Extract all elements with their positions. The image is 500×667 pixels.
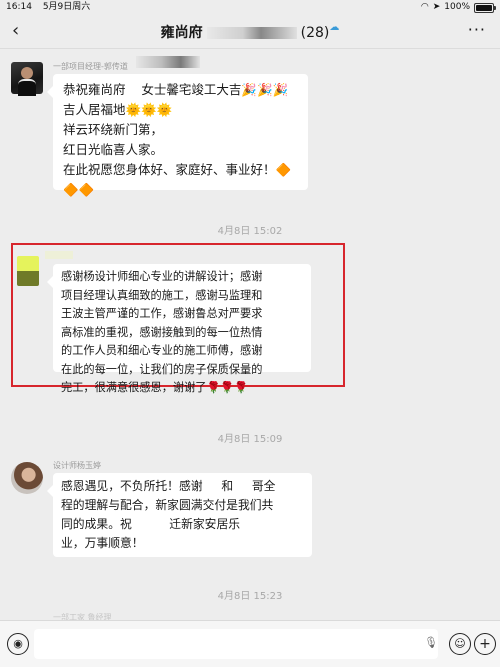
- plus-icon[interactable]: +: [474, 633, 496, 655]
- status-bar: 16:14 5月9日周六 ◠ ➤ 100%: [0, 0, 500, 14]
- voice-icon[interactable]: ◉: [7, 633, 29, 655]
- redacted-block: [136, 56, 200, 68]
- message-text: 感恩遇见，不负所托！感谢 和 哥全 程的理解与配合，新家圆满交付是我们共 同的成…: [61, 479, 276, 550]
- chat-title: 雍尚府 (28)☁: [0, 22, 500, 42]
- avatar[interactable]: [11, 462, 43, 494]
- message-timestamp: 4月8日 15:02: [217, 226, 283, 237]
- more-options-button[interactable]: ···: [468, 20, 486, 39]
- sender-name: 设计师杨玉婷: [53, 461, 101, 470]
- mic-icon[interactable]: 🎙: [424, 636, 438, 649]
- sync-icon: ☁: [329, 22, 340, 33]
- battery-icon: [474, 2, 496, 13]
- message-input-bar: ◉ 🎙 ☺ +: [0, 620, 500, 667]
- group-name: 雍尚府: [160, 25, 203, 41]
- message-text: 恭祝雍尚府 女士馨宅竣工大吉🎉🎉🎉 吉人居福地🌞🌞🌞 祥云环绕新门第， 红日光临…: [63, 82, 292, 197]
- redacted-name: [206, 27, 297, 39]
- chat-header: ‹ 雍尚府 (28)☁ ···: [0, 14, 500, 49]
- sender-name: 一部项目经理-郭传道: [53, 62, 128, 71]
- message-timestamp: 4月8日 15:09: [217, 434, 283, 445]
- message-input[interactable]: [34, 629, 438, 659]
- status-date: 5月9日周六: [42, 2, 91, 12]
- avatar[interactable]: [17, 256, 39, 286]
- message-text: 感谢杨设计师细心专业的讲解设计；感谢 项目经理认真细致的施工，感谢马监理和 王波…: [61, 270, 263, 394]
- battery-percent: 100%: [444, 2, 470, 12]
- message-bubble[interactable]: 感谢杨设计师细心专业的讲解设计；感谢 项目经理认真细致的施工，感谢马监理和 王波…: [47, 264, 311, 394]
- wifi-icon: ◠: [420, 2, 429, 12]
- location-icon: ➤: [432, 2, 441, 12]
- message-timestamp: 4月8日 15:23: [217, 591, 283, 602]
- member-count: (28): [300, 25, 330, 41]
- emoji-icon[interactable]: ☺: [449, 633, 471, 655]
- message-bubble[interactable]: 感恩遇见，不负所托！感谢 和 哥全 程的理解与配合，新家圆满交付是我们共 同的成…: [47, 473, 312, 557]
- redacted-block: [45, 251, 73, 259]
- avatar[interactable]: [11, 62, 43, 96]
- status-time: 16:14: [6, 2, 32, 12]
- message-bubble[interactable]: 恭祝雍尚府 女士馨宅竣工大吉🎉🎉🎉 吉人居福地🌞🌞🌞 祥云环绕新门第， 红日光临…: [47, 74, 308, 197]
